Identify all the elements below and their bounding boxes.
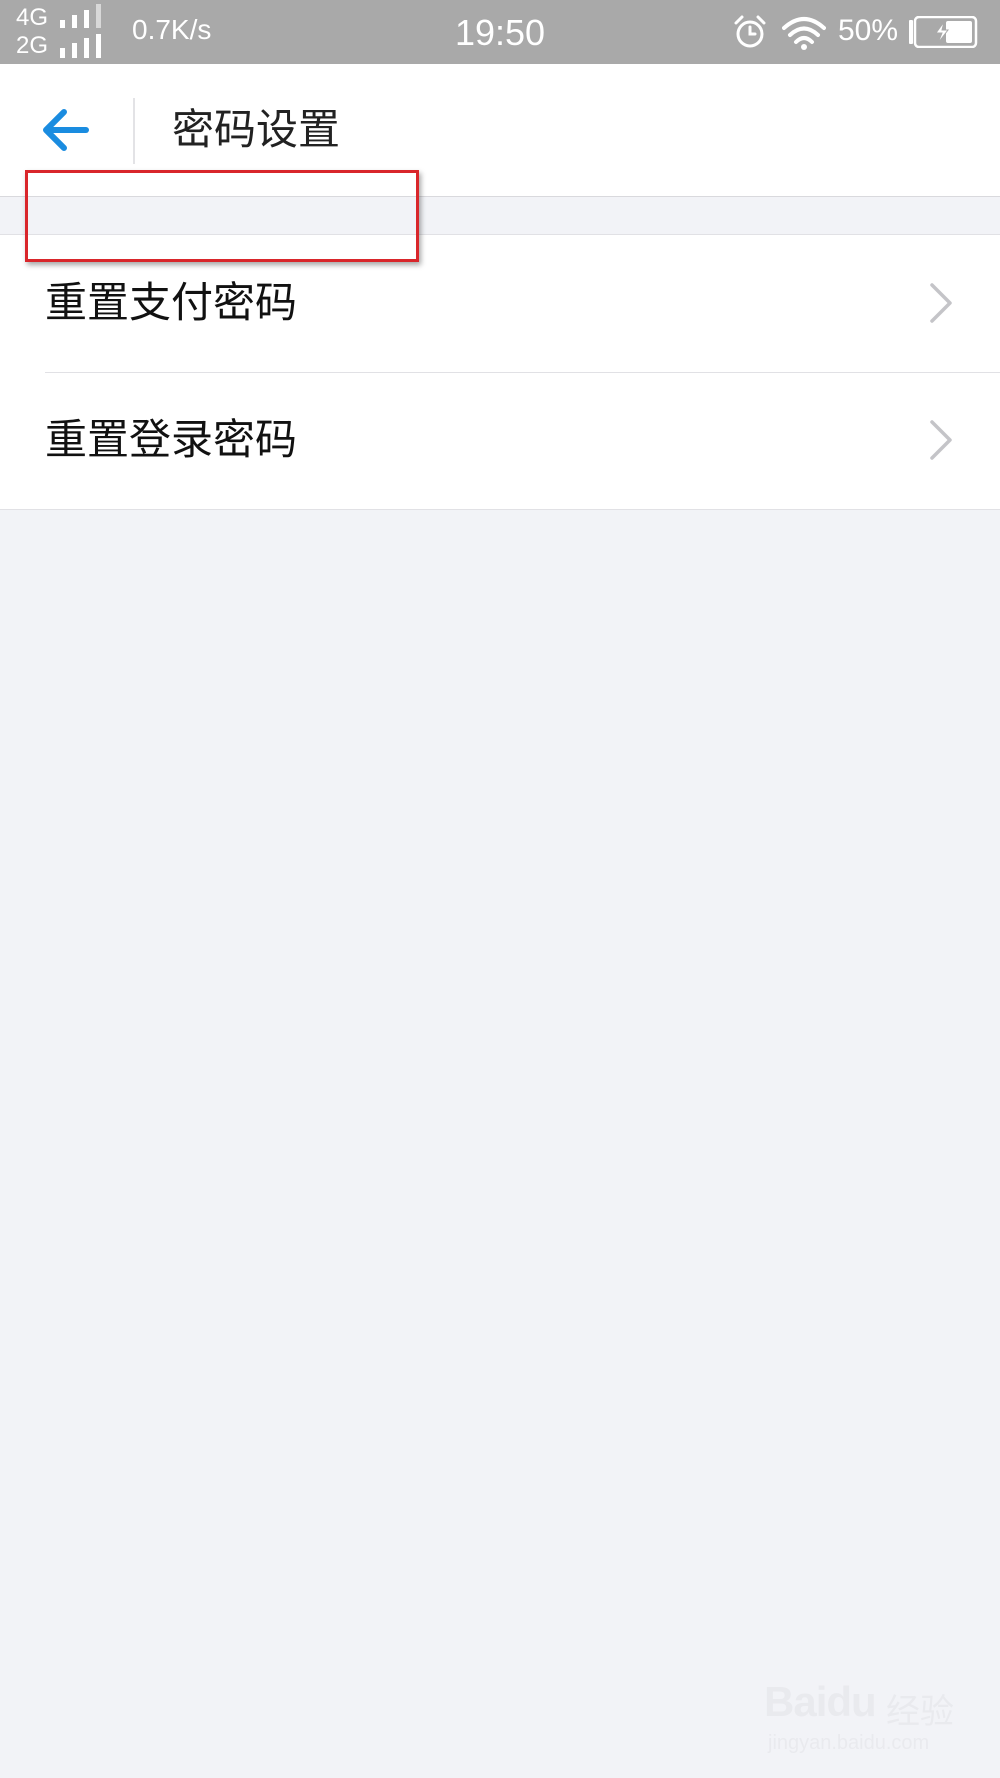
battery-percentage: 50% — [838, 14, 899, 47]
list-item-label: 重置登录密码 — [45, 415, 298, 464]
watermark-url: jingyan.baidu.com — [768, 1732, 930, 1754]
list-item-reset-payment-password[interactable]: 重置支付密码 — [0, 235, 1000, 372]
watermark-logo: Baidu — [764, 1678, 877, 1725]
page-title: 密码设置 — [172, 105, 341, 154]
watermark-logo-cn: 经验 — [886, 1692, 954, 1732]
list-item-reset-login-password[interactable]: 重置登录密码 — [0, 372, 1000, 509]
wifi-icon — [782, 17, 826, 50]
arrow-left-icon[interactable] — [36, 102, 96, 158]
battery-charging-icon — [909, 16, 978, 48]
settings-list: 重置支付密码 重置登录密码 — [0, 234, 1000, 510]
status-bar: 4G 2G 0.7K/s 19:50 50% — [0, 0, 1000, 64]
chevron-right-icon — [930, 420, 952, 460]
header-divider — [133, 98, 135, 164]
chevron-right-icon — [930, 283, 952, 323]
alarm-clock-icon — [734, 15, 766, 48]
watermark: Baidu 经验 jingyan.baidu.com — [764, 1668, 964, 1758]
app-header: 密码设置 — [0, 64, 1000, 197]
list-item-label: 重置支付密码 — [45, 278, 298, 327]
